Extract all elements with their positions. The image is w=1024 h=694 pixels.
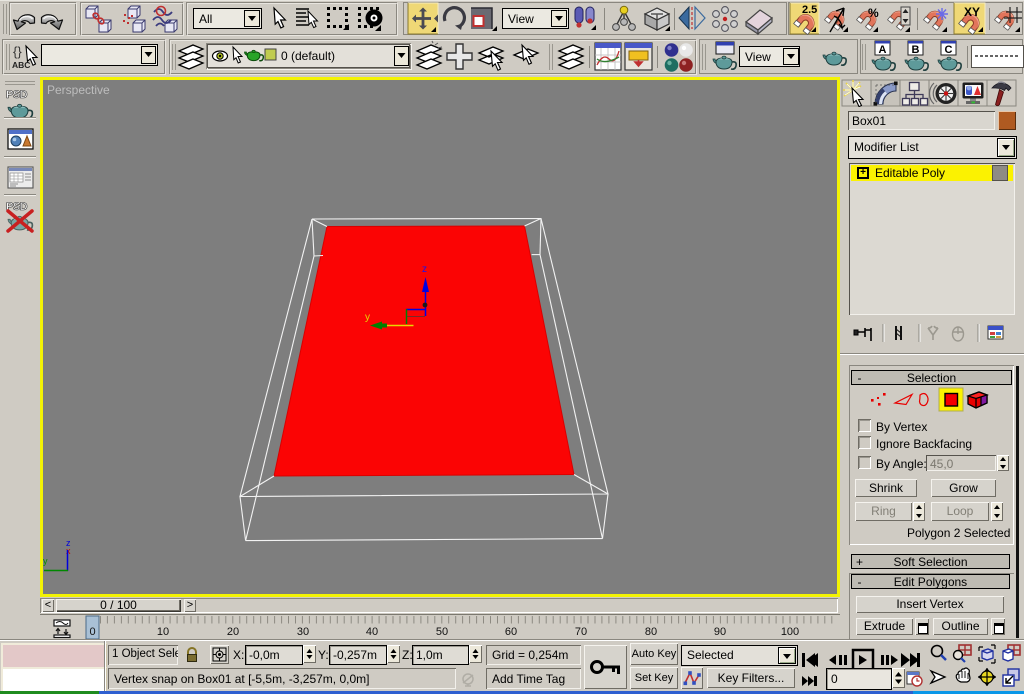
svg-text:A: A: [879, 44, 887, 56]
svg-text:90: 90: [714, 626, 726, 638]
svg-text:40: 40: [366, 626, 378, 638]
svg-text:C: C: [945, 44, 953, 56]
svg-text:60: 60: [505, 626, 517, 638]
svg-text:y: y: [365, 312, 370, 323]
svg-text:10: 10: [157, 626, 169, 638]
svg-text:80: 80: [645, 626, 657, 638]
svg-text:70: 70: [575, 626, 587, 638]
svg-text:20: 20: [227, 626, 239, 638]
svg-text:%: %: [868, 6, 879, 20]
svg-text:View: View: [745, 50, 771, 64]
svg-text:50: 50: [436, 626, 448, 638]
svg-text:2.5: 2.5: [802, 4, 817, 16]
svg-text:View: View: [508, 12, 534, 26]
svg-text:XY: XY: [964, 5, 980, 19]
svg-text:100: 100: [781, 626, 799, 638]
svg-text:All: All: [199, 12, 212, 26]
svg-text:0 (default): 0 (default): [281, 49, 335, 63]
svg-text:30: 30: [297, 626, 309, 638]
svg-text:z: z: [422, 264, 427, 275]
svg-text:{}: {}: [13, 44, 22, 59]
svg-text:PSD: PSD: [6, 89, 28, 101]
svg-text:y: y: [43, 556, 48, 566]
svg-text:B: B: [912, 44, 920, 56]
svg-text:0: 0: [89, 626, 95, 638]
